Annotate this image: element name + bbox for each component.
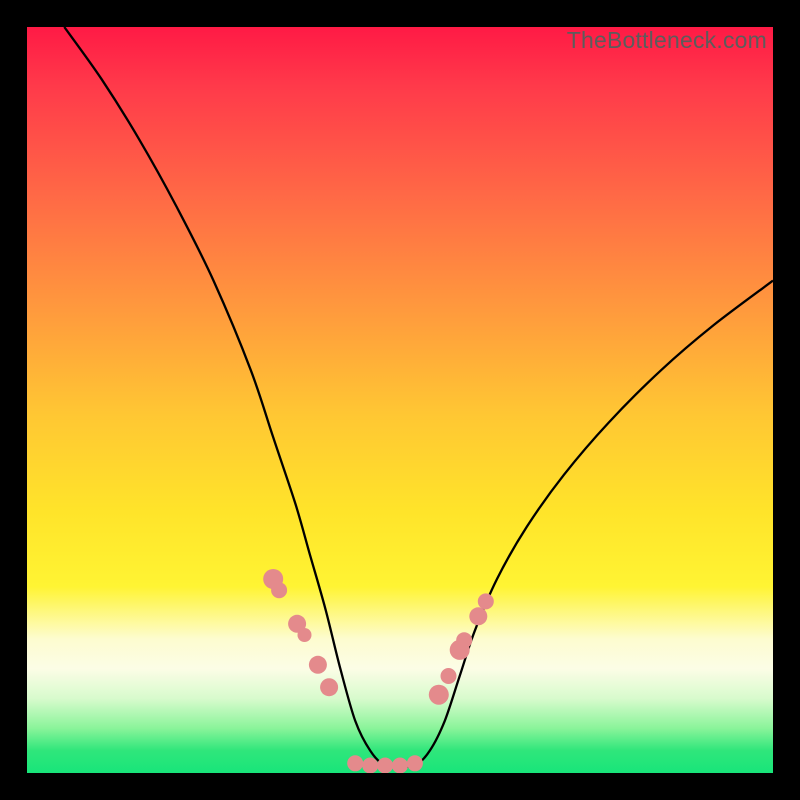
sample-dot <box>392 758 408 774</box>
sample-dot <box>298 628 312 642</box>
sample-dot <box>320 678 338 696</box>
sample-dot <box>377 758 393 774</box>
sample-dot <box>362 758 378 774</box>
chart-frame: TheBottleneck.com <box>0 0 800 800</box>
sample-dot <box>429 685 449 705</box>
plot-area: TheBottleneck.com <box>27 27 773 773</box>
sample-dot <box>478 593 494 609</box>
sample-dot <box>469 607 487 625</box>
chart-svg <box>27 27 773 773</box>
sample-dot <box>309 656 327 674</box>
sample-dot <box>456 632 472 648</box>
sample-dot <box>441 668 457 684</box>
bottleneck-curve <box>64 27 773 767</box>
sample-dot <box>347 755 363 771</box>
sample-dots-group <box>263 569 494 773</box>
sample-dot <box>407 755 423 771</box>
sample-dot <box>271 582 287 598</box>
